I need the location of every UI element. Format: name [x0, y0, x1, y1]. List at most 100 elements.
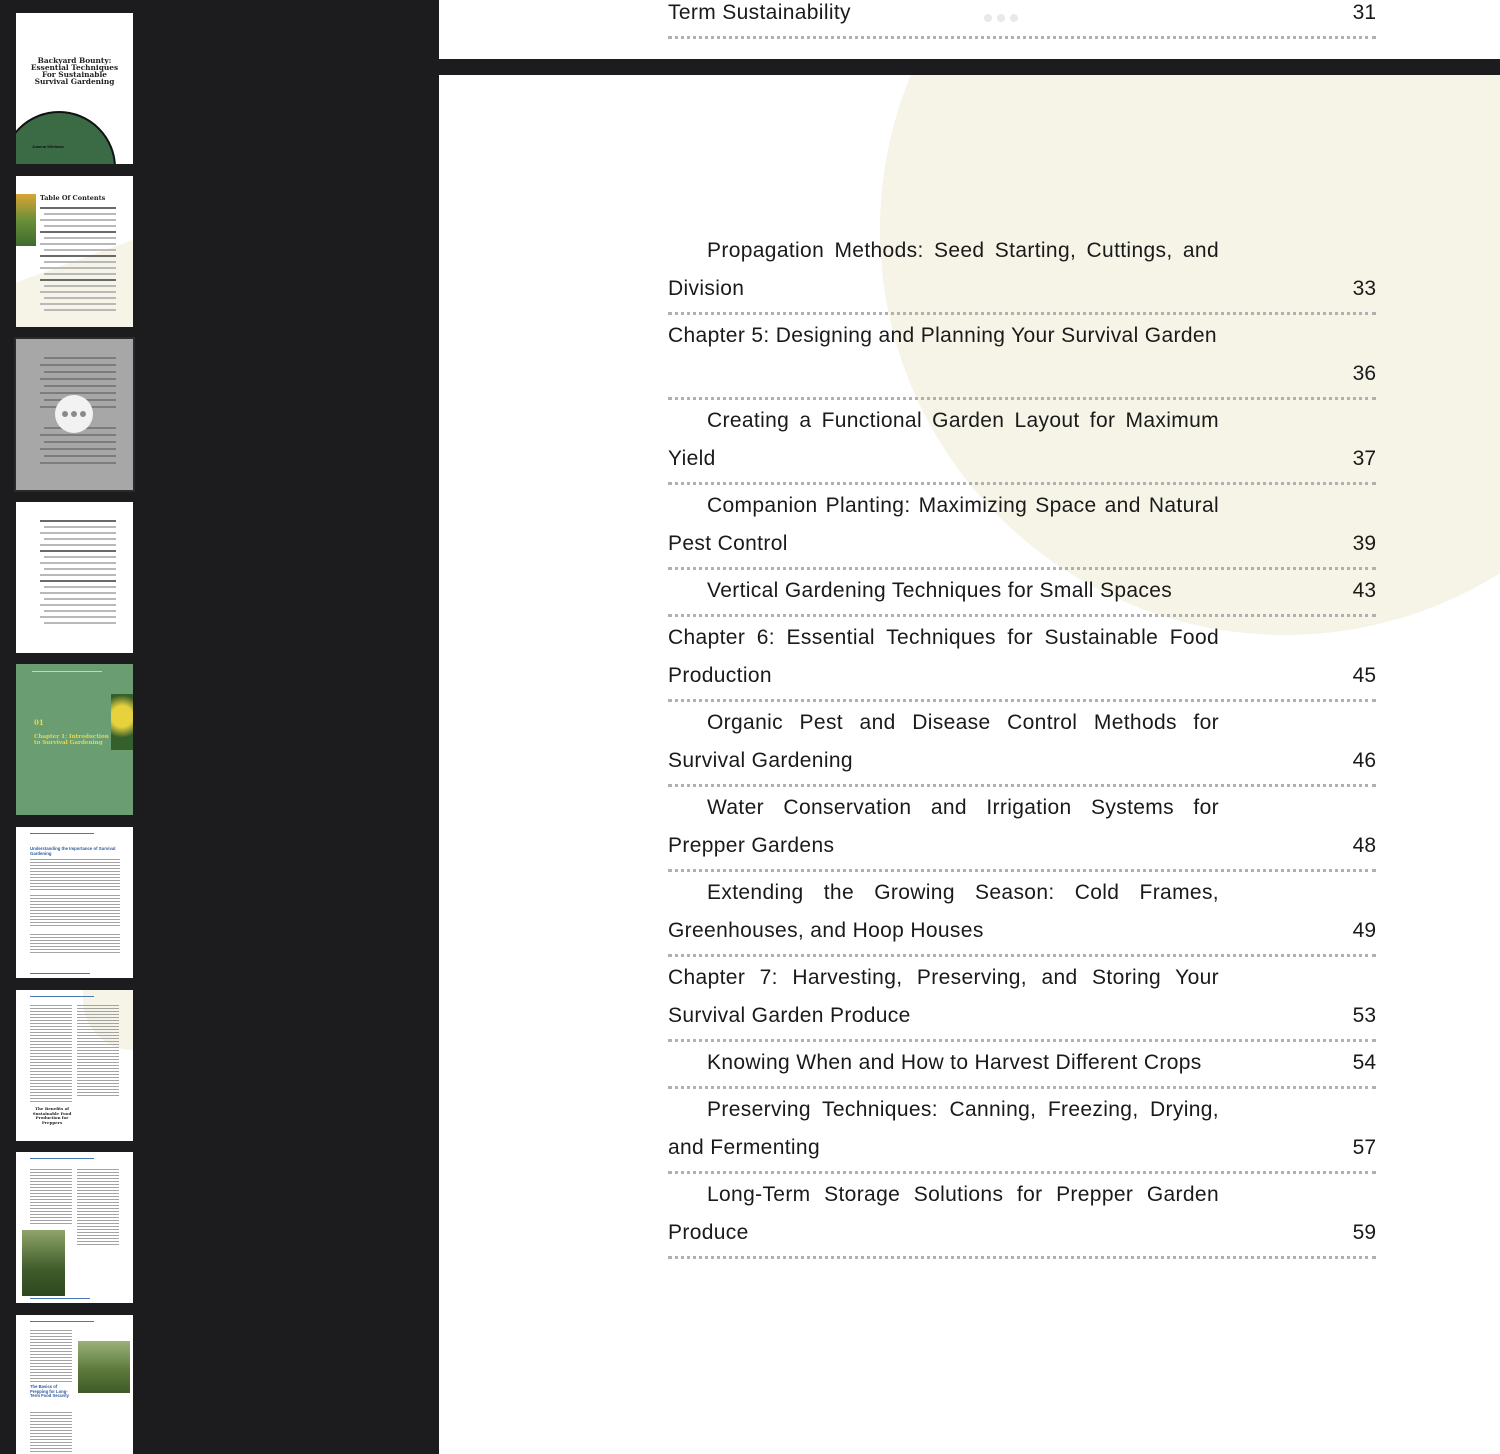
thumb-chapter-title: Chapter 1: Introduction to Survival Gard… — [34, 734, 109, 746]
toc-leader-dots — [668, 699, 1376, 702]
toc-leader-dots — [668, 482, 1376, 485]
thumb-heading: Understanding the Importance of Survival… — [30, 846, 116, 856]
toc-leader-dots — [668, 1256, 1376, 1259]
current-page: Propagation Methods: Seed Starting, Cutt… — [439, 75, 1500, 1454]
thumb-header-line — [30, 833, 94, 834]
thumb-line — [44, 297, 116, 299]
more-dot-icon — [71, 411, 77, 417]
page-thumbnail-8[interactable] — [16, 1152, 133, 1303]
thumb-heading: The Basics of Prepping for Long-Term Foo… — [30, 1384, 70, 1399]
thumb-column — [30, 1411, 72, 1454]
toc-entry[interactable]: Preserving Techniques: Canning, Freezing… — [668, 1091, 1376, 1177]
toc-leader-dots — [668, 784, 1376, 787]
thumb-line — [40, 616, 116, 618]
document-viewer[interactable]: Term Sustainability 31 Propagation Metho… — [439, 0, 1500, 1454]
toc-entry-page: 33 — [1352, 277, 1376, 300]
toc-entry-text: Chapter 5: Designing and Planning Your S… — [668, 324, 1217, 347]
more-dot-icon — [997, 14, 1005, 22]
thumb-header-line — [30, 1158, 94, 1159]
thumb-line — [44, 309, 116, 311]
cover-green-circle — [16, 111, 116, 164]
page-more-button[interactable] — [984, 14, 1018, 22]
page-thumbnail-4[interactable] — [16, 502, 133, 653]
thumb-column — [30, 1329, 72, 1383]
thumb-line — [44, 285, 116, 287]
toc-entry-page: 57 — [1352, 1136, 1376, 1159]
toc-entry-text: Knowing When and How to Harvest Differen… — [707, 1051, 1202, 1074]
thumb-header-line — [30, 1321, 94, 1322]
toc-entry[interactable]: Chapter 7: Harvesting, Preserving, and S… — [668, 959, 1376, 1045]
thumb-line — [40, 364, 116, 366]
toc-entry[interactable]: Companion Planting: Maximizing Space and… — [668, 487, 1376, 573]
page-thumbnail-1[interactable]: Backyard Bounty: Essential Techniques Fo… — [16, 13, 133, 164]
toc-leader-dots — [668, 567, 1376, 570]
thumb-line — [40, 592, 116, 594]
page-separator — [439, 59, 1500, 75]
toc-leader-dots — [668, 869, 1376, 872]
thumb-line — [44, 455, 116, 457]
toc-entry[interactable]: Extending the Growing Season: Cold Frame… — [668, 874, 1376, 960]
toc-entry[interactable]: Chapter 5: Designing and Planning Your S… — [668, 317, 1376, 403]
thumb-line — [40, 255, 116, 257]
thumb-line — [40, 392, 116, 394]
thumb-line — [44, 556, 116, 558]
thumb-line — [40, 562, 116, 564]
toc-entry-page: 31 — [1352, 1, 1376, 24]
thumb-footer-line — [30, 973, 90, 974]
more-dot-icon — [62, 411, 68, 417]
toc-leader-dots — [668, 954, 1376, 957]
toc-entry[interactable]: Vertical Gardening Techniques for Small … — [668, 572, 1376, 620]
thumb-line — [40, 550, 116, 552]
page-thumbnail-3[interactable] — [14, 337, 135, 492]
toc-entry-page: 48 — [1352, 834, 1376, 857]
toc-entry[interactable]: Water Conservation and Irrigation System… — [668, 789, 1376, 875]
thumb-line — [44, 371, 116, 373]
toc-leader-dots — [668, 614, 1376, 617]
thumb-garden-image — [78, 1341, 130, 1393]
toc-entry[interactable]: Chapter 6: Essential Techniques for Sust… — [668, 619, 1376, 705]
thumb-line — [40, 604, 116, 606]
toc-entry-page: 36 — [1352, 362, 1376, 385]
page-thumbnail-6[interactable]: Understanding the Importance of Survival… — [16, 827, 133, 978]
toc-entry-page: 53 — [1352, 1004, 1376, 1027]
thumb-line — [44, 237, 116, 239]
toc-entry[interactable]: Creating a Functional Garden Layout for … — [668, 402, 1376, 488]
toc-entry-page: 37 — [1352, 447, 1376, 470]
toc-entry-text: Water Conservation and Irrigation System… — [668, 796, 1219, 857]
thumb-line — [44, 526, 116, 528]
toc-entry[interactable]: Organic Pest and Disease Control Methods… — [668, 704, 1376, 790]
toc-entry[interactable]: Propagation Methods: Seed Starting, Cutt… — [668, 232, 1376, 318]
thumb-line — [40, 231, 116, 233]
more-dot-icon — [984, 14, 992, 22]
toc-entry-page: 45 — [1352, 664, 1376, 687]
thumb-column — [30, 1004, 72, 1104]
thumb-line — [40, 291, 116, 293]
toc-entry[interactable]: Knowing When and How to Harvest Differen… — [668, 1044, 1376, 1092]
thumb-column — [30, 1168, 72, 1226]
toc-entry-page: 43 — [1352, 579, 1376, 602]
thumb-line — [40, 580, 116, 582]
thumb-line — [40, 574, 116, 576]
thumb-line — [44, 357, 116, 359]
toc-entry[interactable]: Long-Term Storage Solutions for Prepper … — [668, 1176, 1376, 1262]
toc-leader-dots — [668, 397, 1376, 400]
thumb-line — [40, 279, 116, 281]
thumb-heading: The Benefits of Sustainable Food Product… — [32, 1106, 72, 1125]
more-dot-icon — [1010, 14, 1018, 22]
toc-entry-text: Extending the Growing Season: Cold Frame… — [668, 881, 1219, 942]
cover-title: Backyard Bounty: Essential Techniques Fo… — [30, 56, 119, 86]
thumb-toc-title: Table Of Contents — [40, 194, 106, 202]
page-thumbnail-2[interactable]: Table Of Contents — [16, 176, 133, 327]
page-thumbnail-7[interactable]: The Benefits of Sustainable Food Product… — [16, 990, 133, 1141]
page-thumbnail-9[interactable]: The Basics of Prepping for Long-Term Foo… — [16, 1315, 133, 1454]
thumb-paragraph — [30, 894, 120, 928]
toc-entry-page: 59 — [1352, 1221, 1376, 1244]
toc-entry[interactable]: Term Sustainability 31 — [668, 0, 1376, 39]
thumb-line — [40, 448, 116, 450]
thumb-line — [44, 598, 116, 600]
page-thumbnail-5[interactable]: 01 Chapter 1: Introduction to Survival G… — [16, 664, 133, 815]
cover-author: Joanna Whitman — [32, 144, 65, 149]
thumb-footer-line — [30, 1298, 90, 1299]
toc-entry-text: Chapter 6: Essential Techniques for Sust… — [668, 626, 1219, 687]
thumbnail-more-button[interactable] — [55, 395, 93, 433]
